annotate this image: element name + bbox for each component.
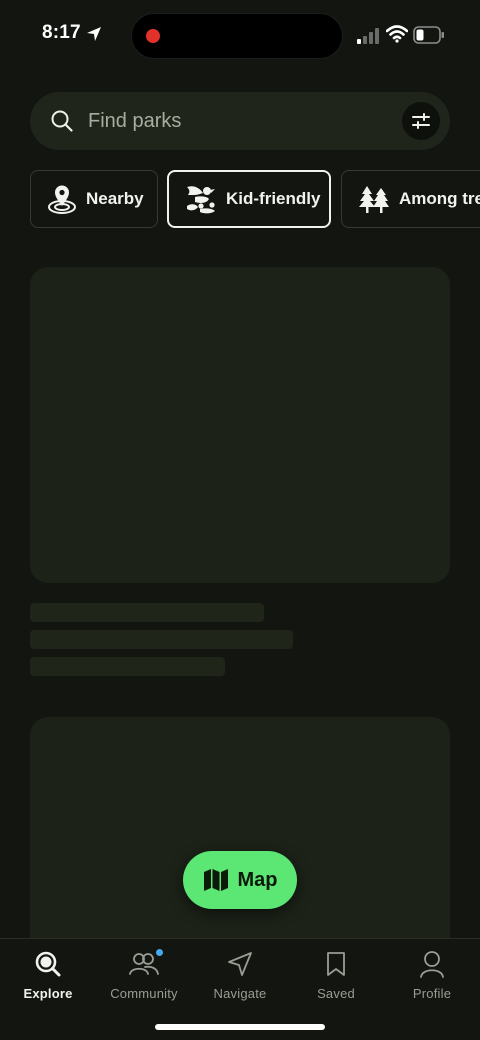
location-pin-icon [47, 183, 77, 215]
search-icon [51, 110, 73, 132]
tab-label: Navigate [213, 986, 267, 1001]
signal-icon [357, 28, 379, 44]
wifi-icon [386, 25, 408, 43]
map-button[interactable]: Map [183, 851, 297, 909]
location-arrow-icon [87, 27, 101, 41]
people-icon [129, 953, 159, 975]
home-indicator [155, 1024, 325, 1030]
chip-label: Among trees [399, 189, 480, 208]
ducks-icon [185, 183, 217, 215]
chip-label: Kid-friendly [226, 189, 321, 208]
skeleton-text-line [30, 603, 264, 622]
trees-icon [358, 183, 390, 215]
tab-label: Profile [412, 986, 452, 1001]
tab-navigate[interactable]: Navigate [192, 939, 288, 1009]
bookmark-icon [327, 952, 345, 976]
recording-dot-icon [146, 29, 160, 43]
search-icon [35, 951, 61, 977]
tab-label: Community [110, 986, 178, 1001]
map-icon [203, 869, 228, 891]
tab-profile[interactable]: Profile [384, 939, 480, 1009]
search-input[interactable] [88, 92, 388, 150]
screen: 8:17 Find parks Nearby Kid-friendly Amon… [0, 0, 480, 1040]
tab-community[interactable]: Community [96, 939, 192, 1009]
sliders-icon [412, 113, 430, 129]
status-time: 8:17 [42, 22, 81, 43]
tab-label: Saved [317, 986, 355, 1001]
tab-label: Explore [23, 986, 73, 1001]
skeleton-text-line [30, 657, 225, 676]
skeleton-text-line [30, 630, 293, 649]
notification-dot [156, 949, 163, 956]
skeleton-card-image [30, 267, 450, 583]
person-icon [420, 951, 444, 978]
chip-nearby[interactable]: Nearby [30, 170, 158, 228]
battery-icon [413, 26, 444, 44]
chip-kid-friendly[interactable]: Kid-friendly [167, 170, 331, 228]
chip-among-trees[interactable]: Among trees [341, 170, 480, 228]
tab-explore[interactable]: Explore [0, 939, 96, 1009]
tab-saved[interactable]: Saved [288, 939, 384, 1009]
map-button-label: Map [237, 868, 278, 891]
search-bar[interactable] [30, 92, 450, 150]
chip-label: Nearby [86, 189, 144, 208]
dynamic-island [131, 13, 343, 59]
navigate-arrow-icon [228, 952, 252, 976]
filter-button[interactable] [402, 102, 440, 140]
